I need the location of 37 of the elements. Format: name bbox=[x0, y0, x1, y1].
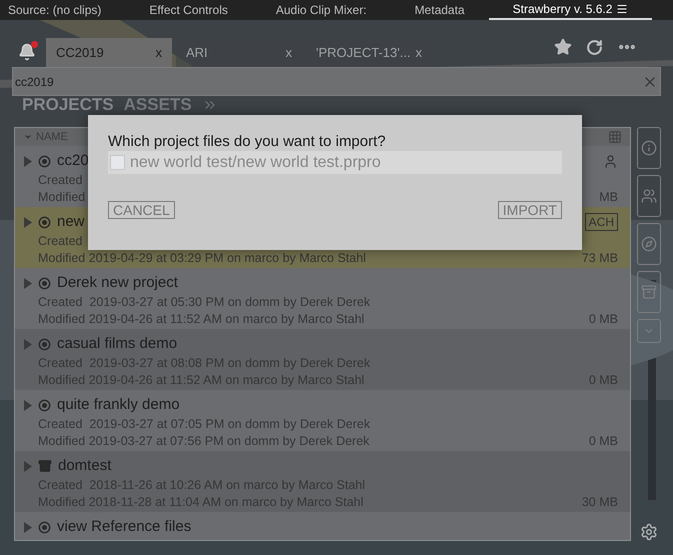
search-field[interactable]: cc2019 bbox=[12, 67, 661, 96]
modified-text: Modified bbox=[38, 189, 86, 205]
project-name: new bbox=[57, 212, 85, 232]
dialog-title: Which project files do you want to import? bbox=[108, 133, 387, 151]
document-tab[interactable]: CC2019 x bbox=[46, 38, 172, 67]
created-text: Created bbox=[37, 172, 84, 189]
file-size: MB bbox=[599, 189, 618, 205]
import-button[interactable]: IMPORT bbox=[498, 201, 562, 219]
panel-tab[interactable]: Source: (no clips) bbox=[0, 0, 126, 20]
file-size: 0 MB bbox=[588, 433, 618, 449]
panel-tab[interactable]: Audio Clip Mixer: bbox=[252, 0, 391, 20]
close-tab-button[interactable]: x bbox=[416, 42, 422, 62]
modified-text: Modified 2019-03-27 at 07:56 PM on domm by Derek Derek bbox=[38, 433, 370, 449]
project-row[interactable]: view Reference files bbox=[15, 512, 630, 540]
file-size: 73 MB bbox=[582, 250, 618, 266]
close-tab-button[interactable]: x bbox=[156, 42, 162, 62]
project-row[interactable]: Derek new project Created 2019-03-27 at 05:30 PM on domm by Derek Derek Modified 2019-04-26 at 11:52 AM on marco by Marco Stahl 0 MB bbox=[15, 268, 630, 329]
section-tab[interactable]: ASSETS bbox=[124, 96, 192, 114]
project-name: domtest bbox=[58, 456, 112, 476]
modified-text: Modified 2019-04-29 at 03:29 PM on marco by Marco Stahl bbox=[38, 250, 367, 266]
cancel-button[interactable]: CANCEL bbox=[108, 201, 175, 219]
project-row[interactable]: quite frankly demo Created 2019-03-27 at 07:05 PM on domm by Derek Derek Modified 2019-03-27 at 07:56 PM on domm by Derek Derek 0 MB bbox=[15, 390, 630, 451]
section-tab[interactable]: PROJECTS bbox=[22, 96, 114, 114]
project-name: view Reference files bbox=[57, 516, 192, 537]
panel-tab[interactable]: Effect Controls bbox=[125, 0, 252, 20]
file-size: 0 MB bbox=[588, 311, 618, 327]
project-name: cc20 bbox=[57, 150, 89, 171]
project-name: Derek new project bbox=[57, 272, 178, 293]
close-tab-button[interactable]: x bbox=[286, 42, 292, 62]
attach-button[interactable]: ACH bbox=[584, 213, 618, 231]
project-name: quite frankly demo bbox=[57, 394, 180, 415]
created-text: Created 2019-03-27 at 07:05 PM on domm by Derek Derek bbox=[37, 416, 372, 433]
created-text: Created 2019-03-27 at 05:30 PM on domm by Derek Derek bbox=[37, 294, 372, 311]
created-text: Created bbox=[37, 233, 84, 250]
project-name: casual films demo bbox=[57, 334, 178, 354]
panel-tab[interactable]: Metadata bbox=[390, 0, 489, 20]
modified-text: Modified 2019-04-26 at 11:52 AM on marco by Marco Stahl bbox=[38, 311, 366, 327]
